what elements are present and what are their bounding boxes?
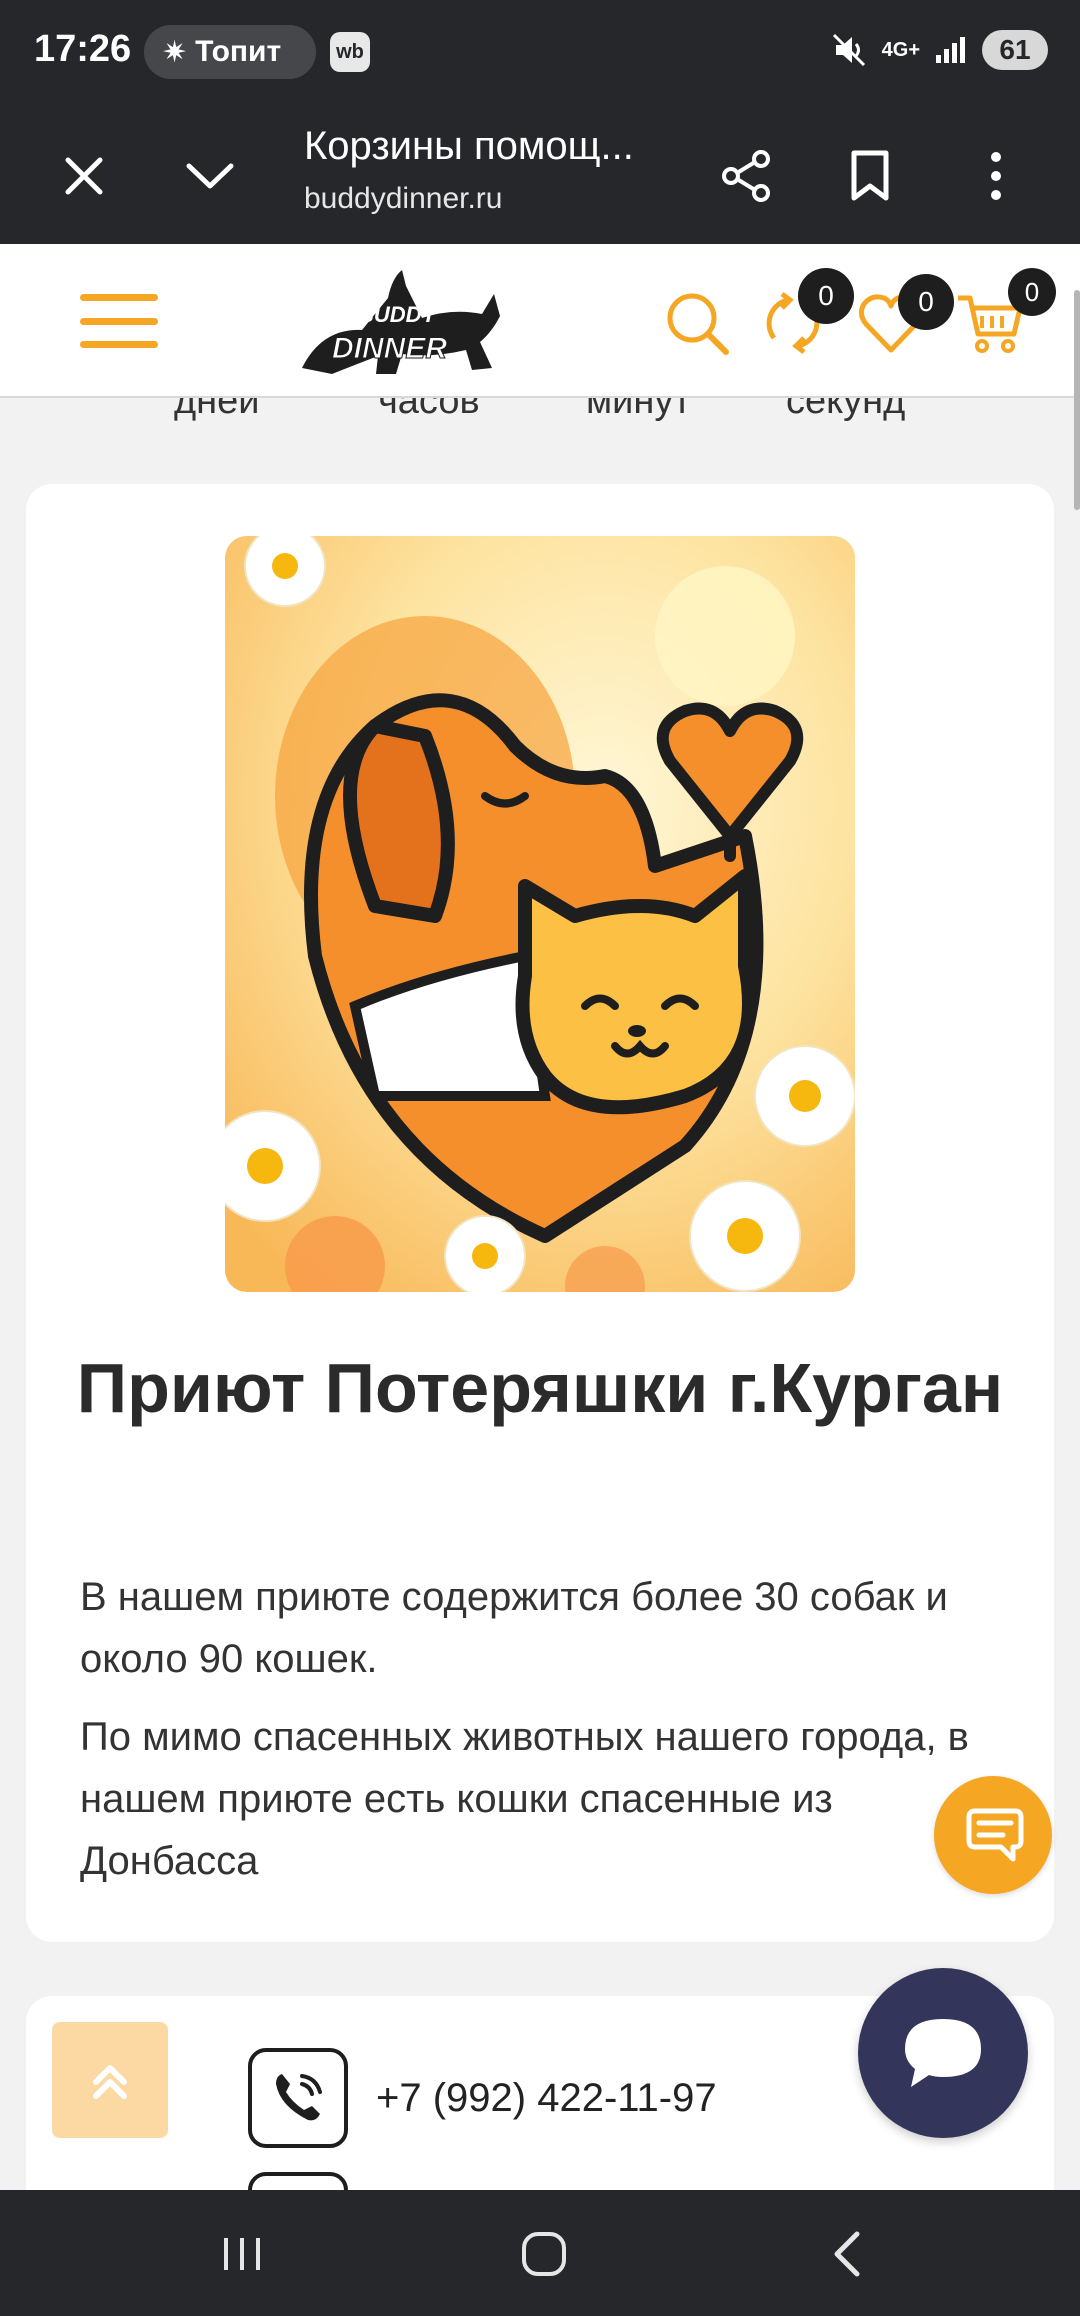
page-url[interactable]: buddydinner.ru <box>304 182 503 216</box>
system-nav-bar <box>0 2190 1080 2316</box>
home-icon[interactable] <box>514 2226 574 2282</box>
page-title: Корзины помощ... <box>304 124 634 168</box>
status-time: 17:26 <box>34 28 132 70</box>
hamburger-menu-icon[interactable] <box>80 294 158 348</box>
page-scrollbar[interactable] <box>1074 290 1080 510</box>
share-icon[interactable] <box>710 140 782 212</box>
close-icon[interactable] <box>48 140 120 212</box>
network-type: 4G+ <box>881 39 920 61</box>
shelter-description-2: По мимо спасенных животных нашего города… <box>80 1715 969 1883</box>
logo-text-top: BUDDY <box>358 302 439 327</box>
browser-toolbar: Корзины помощ... buddydinner.ru <box>0 104 1080 244</box>
compare-count-badge: 0 <box>798 268 854 324</box>
shelter-image <box>225 536 855 1292</box>
bookmark-icon[interactable] <box>834 140 906 212</box>
battery-indicator: 61 <box>982 30 1048 70</box>
chat-bubble-icon <box>905 2019 981 2087</box>
phone-number-link[interactable]: +7 (992) 422-11-97 <box>376 2076 717 2121</box>
sun-icon: ✷ <box>162 35 188 69</box>
chevron-down-icon[interactable] <box>174 140 246 212</box>
site-header: BUDDY DINNER 0 0 0 <box>0 244 1080 398</box>
support-chat-button[interactable] <box>934 1776 1052 1894</box>
favorites-count-badge: 0 <box>898 274 954 330</box>
back-icon[interactable] <box>816 2226 876 2282</box>
chat-icon <box>966 1808 1024 1862</box>
notification-pill-label: Топит <box>195 35 282 68</box>
more-vert-icon[interactable] <box>960 140 1032 212</box>
status-bar: 17:26 ✷ Топит wb 4G+ 61 <box>0 0 1080 104</box>
shelter-card: Приют Потеряшки г.Курган В нашем приюте … <box>26 484 1054 1942</box>
phone-icon <box>248 2048 348 2148</box>
notification-pill[interactable]: ✷ Топит <box>144 25 316 79</box>
mute-icon <box>832 33 865 67</box>
wb-app-icon: wb <box>330 32 370 72</box>
shelter-title: Приют Потеряшки г.Курган <box>76 1349 1004 1427</box>
shelter-description-1: В нашем приюте содержится более 30 собак… <box>80 1575 948 1681</box>
scroll-to-top-button[interactable] <box>52 2022 168 2138</box>
logo-text-bottom: DINNER <box>332 332 447 365</box>
search-icon[interactable] <box>662 288 732 358</box>
status-icons: 4G+ 61 <box>832 30 1048 70</box>
double-chevron-up-icon <box>93 2065 127 2099</box>
signal-icon <box>936 37 965 63</box>
live-chat-button[interactable] <box>858 1968 1028 2138</box>
recent-apps-icon[interactable] <box>212 2226 272 2282</box>
buddy-dinner-logo[interactable]: BUDDY DINNER <box>292 258 504 384</box>
cart-count-badge: 0 <box>1008 268 1056 316</box>
